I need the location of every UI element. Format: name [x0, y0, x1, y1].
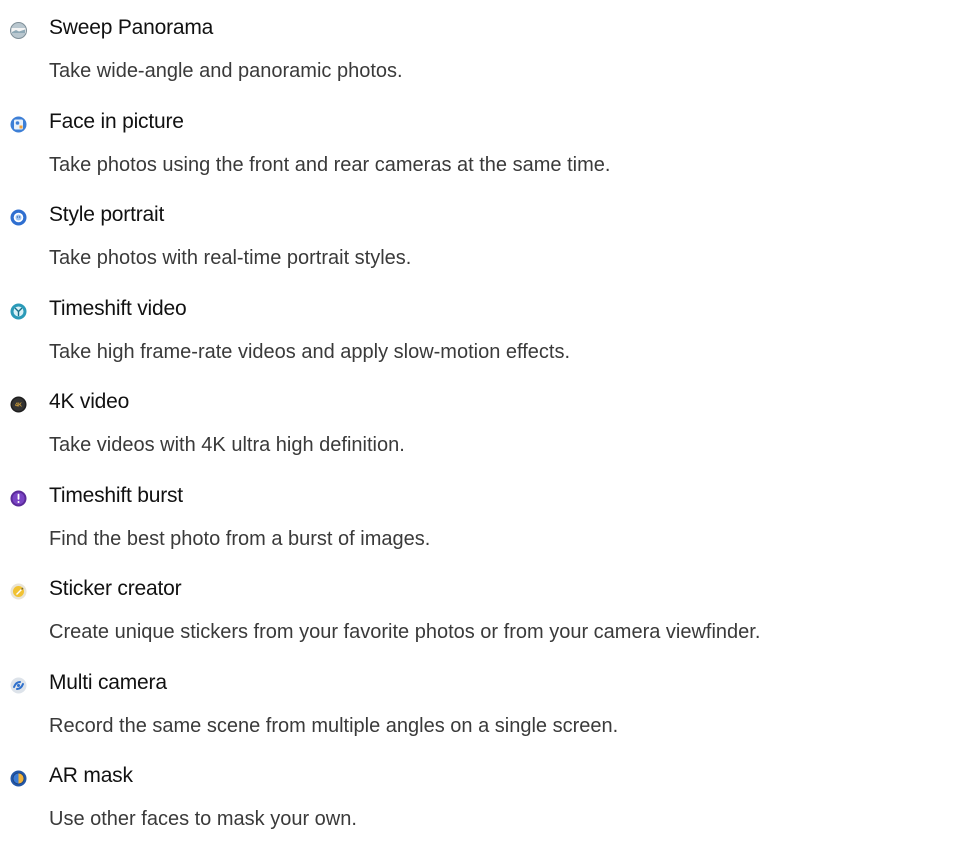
- timeshift-video-icon: [10, 303, 27, 320]
- mode-description: Find the best photo from a burst of imag…: [49, 527, 431, 550]
- panorama-icon: [10, 22, 27, 39]
- timeshift-burst-icon: [10, 490, 27, 507]
- camera-modes-list: Sweep Panorama Take wide-angle and panor…: [0, 0, 973, 846]
- list-item-ar-mask: AR mask Use other faces to mask your own…: [0, 752, 973, 846]
- list-item-style-portrait: Style portrait Take photos with real-tim…: [0, 191, 973, 285]
- list-item-sticker-creator: Sticker creator Create unique stickers f…: [0, 565, 973, 659]
- mode-description: Take photos with real-time portrait styl…: [49, 247, 412, 269]
- face-in-picture-icon: [10, 116, 27, 133]
- list-item-face-in-picture: Face in picture Take photos using the fr…: [0, 98, 973, 192]
- list-item-sweep-panorama: Sweep Panorama Take wide-angle and panor…: [0, 4, 973, 98]
- list-item-timeshift-burst: Timeshift burst Find the best photo from…: [0, 472, 973, 566]
- list-item-timeshift-video: Timeshift video Take high frame-rate vid…: [0, 285, 973, 379]
- mode-description: Record the same scene from multiple angl…: [49, 714, 619, 737]
- 4k-video-icon: 4K: [10, 396, 27, 413]
- list-item-multi-camera: Multi camera Record the same scene from …: [0, 659, 973, 753]
- ar-mask-icon: [10, 770, 27, 787]
- mode-title: Style portrait: [49, 203, 165, 226]
- list-item-4k-video: 4K 4K video Take videos with 4K ultra hi…: [0, 378, 973, 472]
- sticker-creator-icon: [10, 583, 27, 600]
- mode-title: 4K video: [49, 390, 130, 413]
- mode-title: Timeshift video: [49, 296, 187, 320]
- mode-title: AR mask: [49, 764, 133, 787]
- mode-description: Take photos using the front and rear cam…: [49, 153, 611, 176]
- style-portrait-icon: [10, 209, 27, 226]
- mode-description: Use other faces to mask your own.: [49, 808, 357, 830]
- mode-description: Create unique stickers from your favorit…: [49, 621, 761, 643]
- multi-camera-icon: [10, 677, 27, 694]
- 4k-icon-label: 4K: [15, 403, 22, 409]
- mode-description: Take wide-angle and panoramic photos.: [49, 60, 403, 82]
- mode-title: Multi camera: [49, 670, 167, 694]
- mode-title: Sweep Panorama: [49, 16, 214, 39]
- mode-description: Take videos with 4K ultra high definitio…: [49, 434, 405, 456]
- mode-title: Face in picture: [49, 109, 184, 133]
- mode-description: Take high frame-rate videos and apply sl…: [49, 340, 571, 363]
- mode-title: Sticker creator: [49, 577, 182, 600]
- mode-title: Timeshift burst: [49, 483, 183, 507]
